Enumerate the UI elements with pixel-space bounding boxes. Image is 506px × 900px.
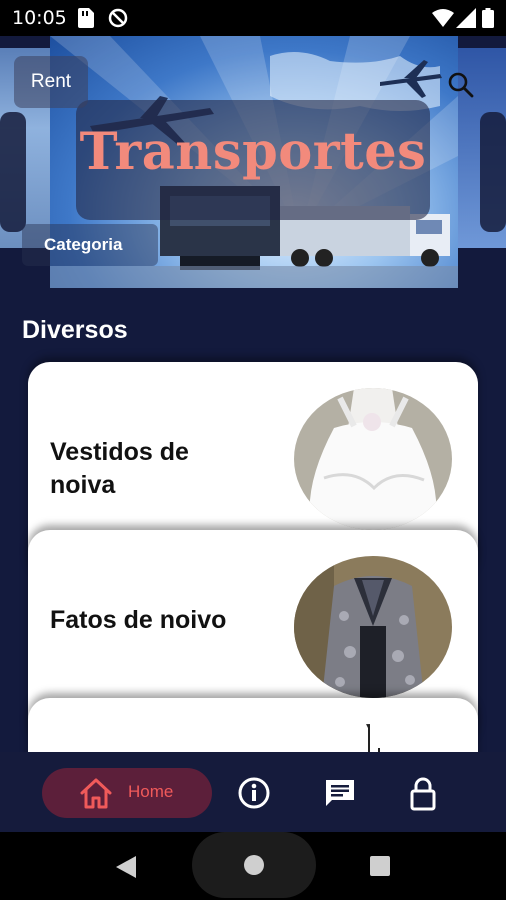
info-icon xyxy=(238,777,270,809)
groom-suit-image xyxy=(294,556,452,698)
nav-messages-button[interactable] xyxy=(323,777,357,814)
card-label: Vestidos de noiva xyxy=(50,438,189,499)
card-label: Fatos de noivo xyxy=(50,606,227,634)
wedding-dress-image xyxy=(294,388,452,530)
nav-info-button[interactable] xyxy=(238,777,270,814)
category-carousel[interactable]: Transportes Rent Categoria xyxy=(0,36,506,288)
lock-icon xyxy=(410,777,436,811)
section-title: Diversos xyxy=(22,316,128,344)
signal-icon xyxy=(456,8,476,28)
nav-lock-button[interactable] xyxy=(410,777,436,816)
status-bar: 10:05 xyxy=(0,0,506,36)
do-not-disturb-icon xyxy=(108,8,128,28)
search-icon xyxy=(448,72,474,98)
bottom-navigation: Home xyxy=(0,752,506,832)
back-icon[interactable] xyxy=(114,854,138,880)
status-time: 10:05 xyxy=(12,7,67,29)
home-icon xyxy=(80,778,112,809)
rent-button[interactable]: Rent xyxy=(14,56,88,108)
search-button[interactable] xyxy=(446,70,476,100)
banner-title: Transportes xyxy=(79,122,427,182)
nav-home-label: Home xyxy=(128,782,174,801)
system-home-icon xyxy=(244,855,264,875)
battery-icon xyxy=(482,8,494,28)
sim-card-icon xyxy=(78,8,94,28)
recents-icon[interactable] xyxy=(370,856,390,876)
category-label[interactable]: Categoria xyxy=(22,224,158,266)
wifi-icon xyxy=(432,9,454,27)
home-gesture-pill[interactable] xyxy=(192,832,316,898)
nav-home-button[interactable]: Home xyxy=(42,768,212,818)
chat-icon xyxy=(326,780,354,806)
app-screen: Transportes Rent Categoria Diversos Vest… xyxy=(0,36,506,832)
system-navigation-bar xyxy=(0,832,506,900)
